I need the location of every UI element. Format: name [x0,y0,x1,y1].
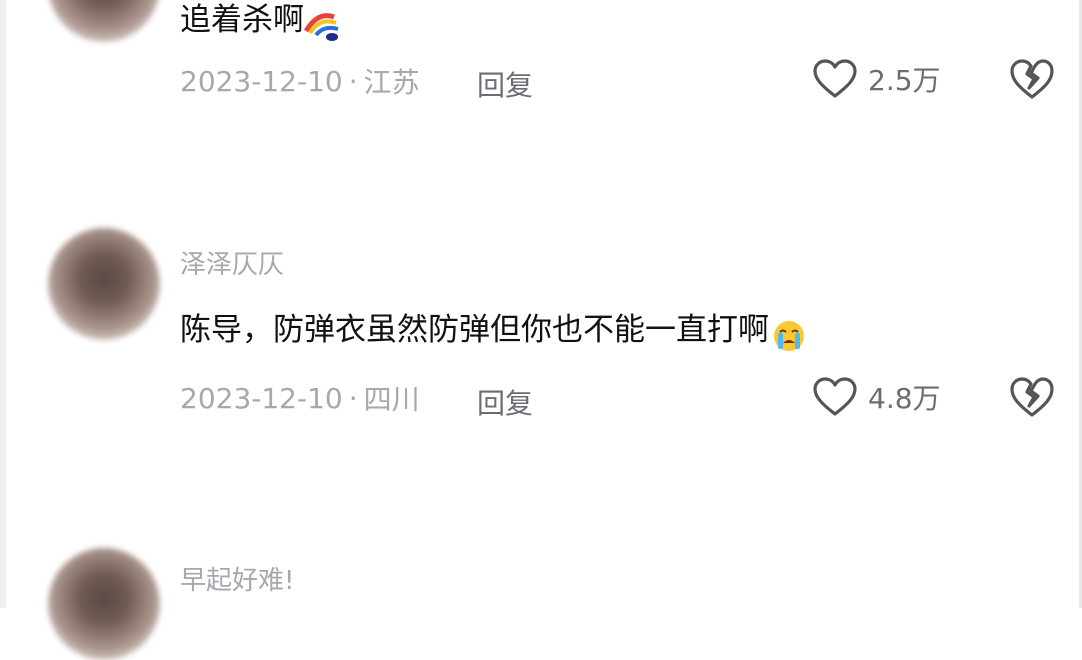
comment-body: 陈导，防弹衣虽然防弹但你也不能一直打啊 [180,310,809,353]
broken-heart-icon [1010,377,1054,417]
dislike-button[interactable] [1008,57,1056,105]
avatar[interactable] [48,548,160,660]
like-button[interactable]: 2.5万 [812,58,941,100]
like-count: 2.5万 [868,64,941,97]
username: 泽泽仄仄 [180,250,284,280]
username: 早起好难! [180,566,294,596]
heart-icon [813,377,857,416]
avatar[interactable] [48,0,160,42]
like-count: 4.8万 [868,382,941,415]
screen-edge-left [0,0,6,608]
username-text[interactable]: 泽泽仄仄 [180,250,284,280]
comment-meta: 2023-12-10 · 江苏 [180,61,420,101]
reply-button[interactable]: 回复 [477,382,533,422]
cartoon-sticker-icon [304,12,339,41]
comment-text: 追着杀啊 [180,2,304,38]
reply-button[interactable]: 回复 [477,64,533,104]
comment-date: 2023-12-10 [180,64,343,98]
comment-date: 2023-12-10 [180,381,343,415]
comment-text: 陈导，防弹衣虽然防弹但你也不能一直打啊 [180,312,769,348]
comment-meta: 2023-12-10 · 四川 [180,378,420,418]
meta-separator: · [348,64,358,98]
broken-heart-icon [1010,59,1054,99]
comment-body: 追着杀啊 [180,0,342,43]
avatar[interactable] [48,228,160,340]
dislike-button[interactable] [1008,375,1056,423]
like-button[interactable]: 4.8万 [812,376,941,418]
comment-location: 四川 [363,383,420,416]
heart-icon [813,59,857,98]
comment-location: 江苏 [363,66,420,99]
username-text[interactable]: 早起好难! [180,566,294,596]
meta-separator: · [348,381,358,415]
crying-face-icon [774,320,804,351]
